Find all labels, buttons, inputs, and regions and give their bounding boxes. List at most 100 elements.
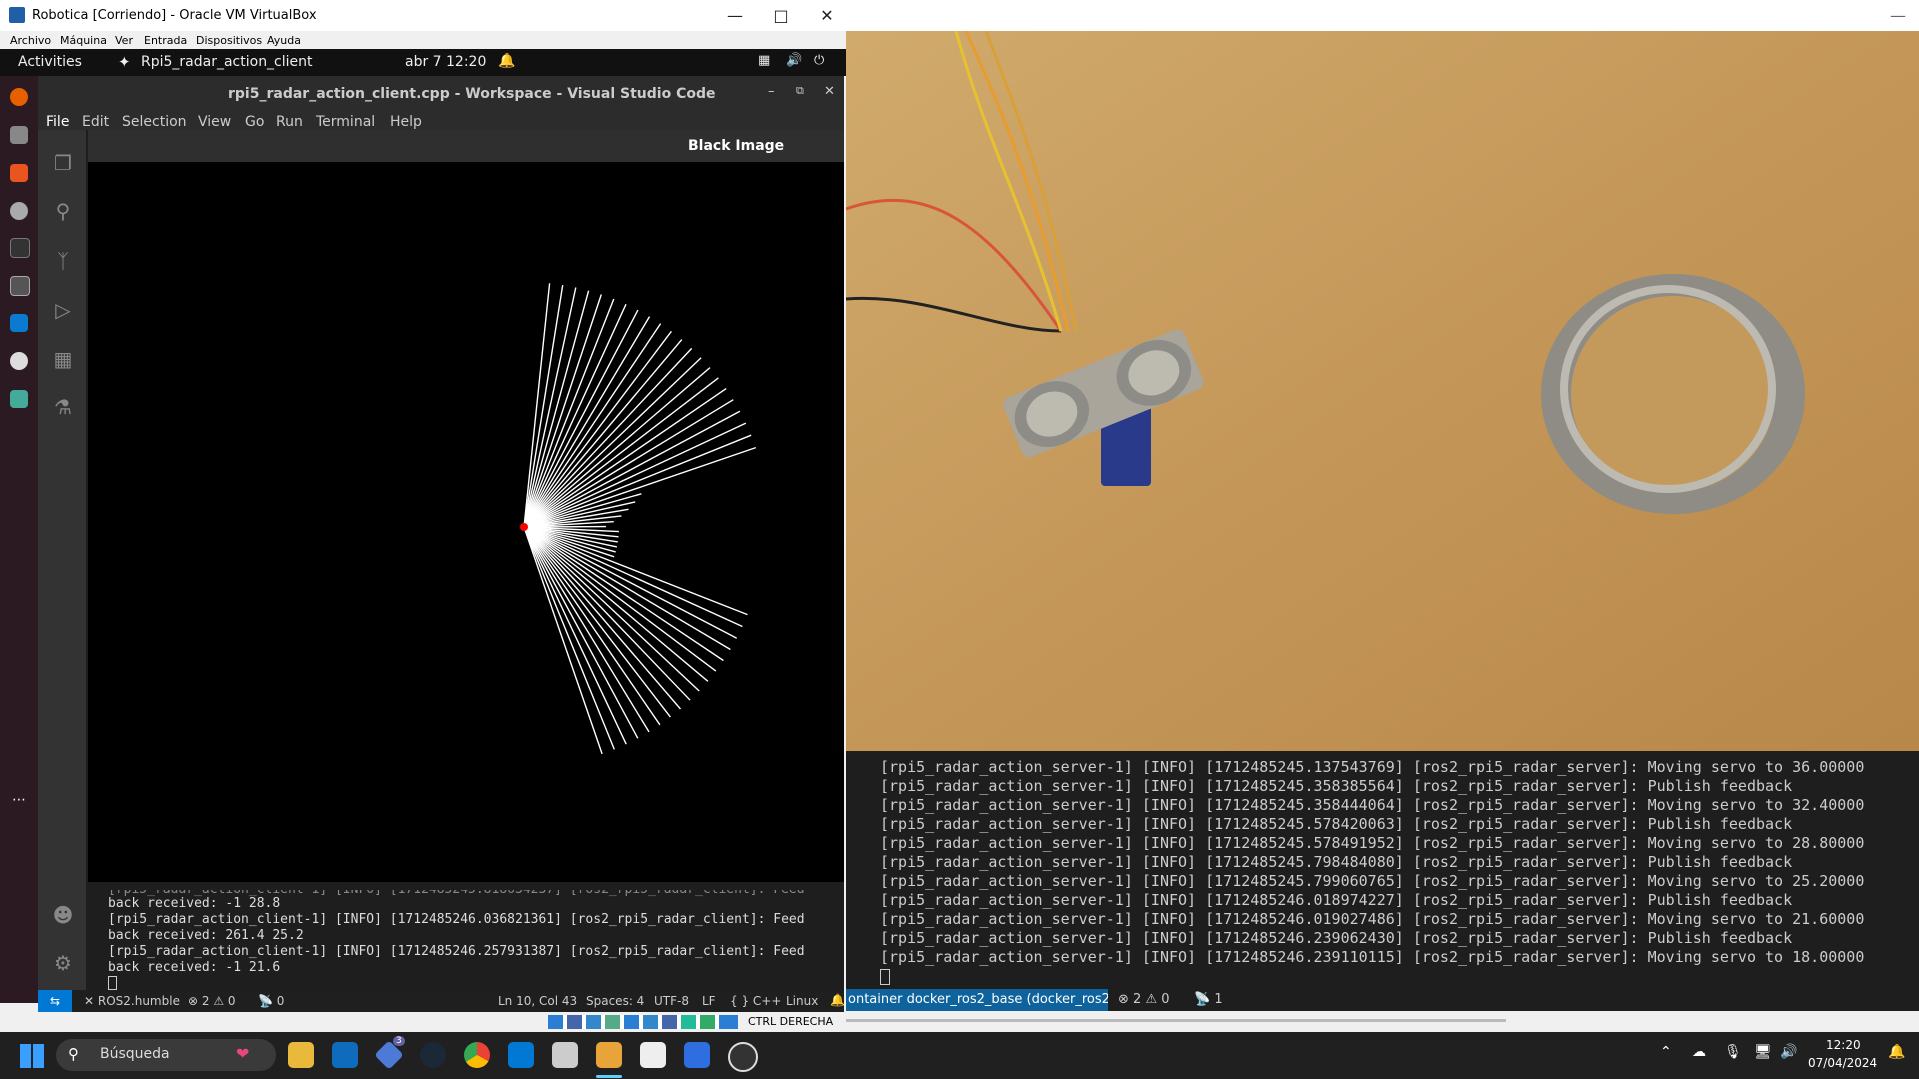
firefox-icon[interactable]: [10, 88, 28, 106]
vscode-minimize-button[interactable]: –: [768, 84, 775, 99]
vscode-taskbar-icon[interactable]: [508, 1042, 534, 1068]
volume-tray-icon[interactable]: 🔊: [1780, 1044, 1797, 1060]
menu-terminal[interactable]: Terminal: [316, 114, 375, 130]
ports-count: 1: [1214, 992, 1223, 1007]
vscode-dock-icon[interactable]: [10, 314, 28, 332]
camera-image: [846, 31, 1919, 751]
network-icon[interactable]: ▦: [758, 53, 770, 68]
maximize-button[interactable]: □: [758, 0, 804, 31]
menu-view[interactable]: View: [198, 114, 231, 130]
app-menu[interactable]: Rpi5_radar_action_client: [141, 54, 313, 70]
line-ending[interactable]: LF: [702, 994, 716, 1008]
menu-selection[interactable]: Selection: [122, 114, 187, 130]
outlook-icon[interactable]: [332, 1042, 358, 1068]
indentation[interactable]: Spaces: 4: [586, 994, 644, 1008]
notifications-bell-icon[interactable]: 🔔: [830, 993, 845, 1007]
problems-indicator[interactable]: ⊗ 2 ⚠ 0: [1118, 992, 1170, 1007]
network-tray-icon[interactable]: 🖥: [1754, 1044, 1772, 1060]
terminal-line: [rpi5_radar_action_client-1] [INFO] [171…: [108, 912, 805, 927]
clock[interactable]: abr 7 12:20: [405, 54, 486, 70]
remote-name[interactable]: ✕ ROS2.humble: [84, 994, 180, 1008]
vscode-terminal[interactable]: [rpi5_radar_action_client-1] [INFO] [171…: [88, 882, 844, 990]
vscode-close-button[interactable]: ✕: [824, 84, 835, 99]
obs-icon[interactable]: [728, 1042, 758, 1072]
menu-file[interactable]: File: [46, 114, 69, 130]
account-icon[interactable]: ☻: [50, 902, 76, 928]
vscode-restore-button[interactable]: ⧉: [796, 84, 804, 98]
right-window-titlebar: —: [846, 0, 1919, 31]
ports-indicator[interactable]: 📡 0: [258, 994, 284, 1008]
power-icon[interactable]: ⏻: [814, 53, 824, 68]
show-hidden-icons-chevron-icon[interactable]: ⌃: [1660, 1044, 1672, 1060]
problems-indicator[interactable]: ⊗ 2 ⚠ 0: [188, 994, 236, 1008]
source-control-icon[interactable]: ᛉ: [50, 248, 76, 274]
chrome-icon[interactable]: [464, 1042, 490, 1068]
menu-edit[interactable]: Edit: [82, 114, 109, 130]
files-icon[interactable]: [10, 126, 28, 144]
container-label: ontainer docker_ros2_base (docker_ros2_.…: [848, 992, 1108, 1007]
vscode-statusbar: ⇆ ✕ ROS2.humble ⊗ 2 ⚠ 0 📡 0 Ln 10, Col 4…: [38, 990, 845, 1012]
search-box[interactable]: ⚲ Búsqueda ❤: [56, 1039, 276, 1071]
menu-maquina[interactable]: Máquina: [60, 34, 107, 47]
search-icon: ⚲: [68, 1045, 79, 1063]
terminal-line: [rpi5_radar_action_client-1] [INFO] [171…: [108, 944, 805, 959]
start-windows-icon[interactable]: [20, 1044, 44, 1068]
testing-icon[interactable]: ⚗: [50, 394, 76, 420]
activities-button[interactable]: Activities: [18, 54, 82, 70]
software-icon[interactable]: [10, 164, 28, 182]
horizontal-scrollbar[interactable]: [846, 1019, 1506, 1022]
virtualbox-taskbar-icon[interactable]: [596, 1042, 622, 1068]
menu-go[interactable]: Go: [245, 114, 264, 130]
explorer-icon[interactable]: ❐: [50, 150, 76, 176]
server-terminal[interactable]: [rpi5_radar_action_server-1] [INFO] [171…: [846, 751, 1919, 989]
microphone-icon[interactable]: 🎙: [1724, 1044, 1742, 1060]
virtualbox-statusbar: CTRL DERECHA: [0, 1012, 846, 1032]
menu-archivo[interactable]: Archivo: [10, 34, 51, 47]
manage-gear-icon[interactable]: ⚙: [50, 950, 76, 976]
terminal-line: [rpi5_radar_action_server-1] [INFO] [171…: [880, 872, 1865, 890]
terminal-line: [rpi5_radar_action_server-1] [INFO] [171…: [880, 910, 1865, 928]
remote-indicator-icon[interactable]: ⇆: [38, 990, 72, 1012]
onedrive-icon[interactable]: ☁: [1692, 1044, 1706, 1060]
taskbar-time[interactable]: 12:20: [1826, 1038, 1861, 1052]
steam-icon[interactable]: [420, 1042, 446, 1068]
settings-icon[interactable]: [10, 202, 28, 220]
radar-ray: [523, 526, 639, 739]
os-indicator[interactable]: Linux: [786, 994, 818, 1008]
show-apps-icon[interactable]: ⋯: [12, 792, 26, 808]
camera-app-icon[interactable]: [10, 276, 30, 296]
ports-indicator[interactable]: 📡 1: [1194, 992, 1223, 1007]
app-icon: ✦: [118, 53, 131, 71]
close-button[interactable]: ✕: [804, 0, 850, 31]
container-indicator[interactable]: ontainer docker_ros2_base (docker_ros2_.…: [846, 989, 1108, 1011]
menu-entrada[interactable]: Entrada: [144, 34, 187, 47]
menu-help[interactable]: Help: [390, 114, 422, 130]
virtualbox-cube-icon[interactable]: [552, 1042, 578, 1068]
language-mode[interactable]: { } C++: [730, 994, 781, 1008]
encoding[interactable]: UTF-8: [654, 994, 689, 1008]
trash-icon[interactable]: [10, 390, 28, 408]
menu-ver[interactable]: Ver: [115, 34, 133, 47]
radar-ray: [523, 287, 577, 528]
taskbar-date[interactable]: 07/04/2024: [1808, 1056, 1877, 1070]
menu-dispositivos[interactable]: Dispositivos: [196, 34, 262, 47]
volume-icon[interactable]: 🔊: [786, 53, 802, 68]
remote-desktop-icon[interactable]: [684, 1042, 710, 1068]
right-minimize-button[interactable]: —: [1890, 6, 1906, 25]
disc-icon[interactable]: [10, 352, 28, 370]
minimize-button[interactable]: —: [712, 0, 758, 31]
error-count: 2: [1133, 992, 1142, 1007]
extensions-icon[interactable]: ▦: [50, 346, 76, 372]
ubuntu-topbar: Activities ✦ Rpi5_radar_action_client ab…: [0, 49, 846, 76]
notepad-icon[interactable]: [640, 1042, 666, 1068]
notifications-icon[interactable]: 🔔: [1888, 1044, 1905, 1060]
menu-ayuda[interactable]: Ayuda: [267, 34, 301, 47]
file-explorer-icon[interactable]: [288, 1042, 314, 1068]
error-count: 2: [201, 994, 210, 1008]
run-debug-icon[interactable]: ▷: [50, 297, 76, 323]
device-status-icons[interactable]: [548, 1015, 738, 1029]
search-icon[interactable]: ⚲: [50, 198, 76, 224]
terminal-icon[interactable]: [10, 238, 30, 258]
cursor-position[interactable]: Ln 10, Col 43: [498, 994, 577, 1008]
menu-run[interactable]: Run: [276, 114, 303, 130]
